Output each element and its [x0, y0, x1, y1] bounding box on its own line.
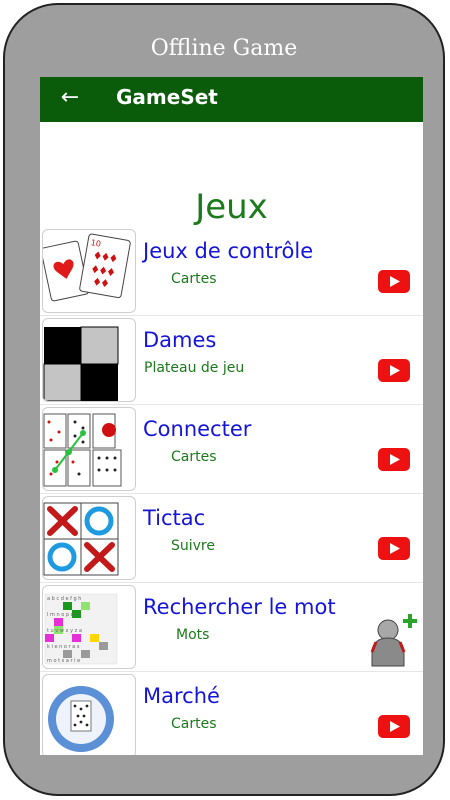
checkerboard-thumbnail: [42, 318, 136, 402]
card-ring-thumbnail: [42, 674, 136, 755]
youtube-icon[interactable]: [378, 537, 410, 560]
game-subtitle: Cartes: [171, 271, 217, 287]
game-title: Connecter: [143, 417, 252, 441]
game-item-rechercher-le-mot[interactable]: a b c d e f g h l m n o p q r s t u v w …: [40, 583, 423, 672]
game-subtitle: Plateau de jeu: [144, 360, 245, 376]
game-subtitle: Mots: [176, 627, 210, 643]
svg-text:10: 10: [90, 238, 102, 249]
game-title: Jeux de contrôle: [143, 239, 314, 263]
tic-tac-toe-thumbnail: [42, 496, 136, 580]
page-heading: Jeux: [195, 187, 268, 227]
game-subtitle: Cartes: [171, 716, 217, 732]
game-title: Dames: [143, 328, 217, 352]
youtube-icon[interactable]: [378, 715, 410, 738]
svg-text:t u v w x y z a: t u v w x y z a: [47, 628, 82, 634]
playing-cards-thumbnail: 10: [42, 229, 136, 313]
youtube-icon[interactable]: [378, 359, 410, 382]
game-item-tictac[interactable]: Tictac Suivre: [40, 494, 423, 583]
game-title: Tictac: [143, 506, 206, 530]
game-subtitle: Suivre: [171, 538, 215, 554]
app-screen: ← GameSet Jeux 10 Jeux de contrôle Carte…: [40, 77, 423, 755]
device-frame: Offline Game ← GameSet Jeux 10 Jeux de c…: [3, 3, 445, 796]
app-bar: ← GameSet: [40, 77, 423, 122]
game-list: 10 Jeux de contrôle Cartes Dames Plateau…: [40, 227, 423, 755]
card-grid-thumbnail: [42, 407, 136, 491]
add-user-icon[interactable]: [370, 610, 422, 668]
svg-text:m o t s a r i e: m o t s a r i e: [47, 658, 80, 664]
game-item-jeux-de-controle[interactable]: 10 Jeux de contrôle Cartes: [40, 227, 423, 316]
game-item-connecter[interactable]: Connecter Cartes: [40, 405, 423, 494]
game-item-marche[interactable]: Marché Cartes: [40, 672, 423, 755]
arrow-left-icon: ←: [60, 85, 80, 110]
svg-text:k i e n o r a s: k i e n o r a s: [47, 644, 80, 650]
game-item-dames[interactable]: Dames Plateau de jeu: [40, 316, 423, 405]
svg-text:a b c d e f g h: a b c d e f g h: [47, 596, 81, 602]
word-search-thumbnail: a b c d e f g h l m n o p q r s t u v w …: [42, 585, 136, 669]
game-title: Rechercher le mot: [143, 595, 336, 619]
game-title: Marché: [143, 684, 220, 708]
svg-text:l m n o p q r s: l m n o p q r s: [47, 612, 82, 618]
back-button[interactable]: ←: [55, 83, 85, 113]
youtube-icon[interactable]: [378, 448, 410, 471]
game-subtitle: Cartes: [171, 449, 217, 465]
app-title: GameSet: [116, 85, 218, 109]
frame-title: Offline Game: [150, 36, 298, 61]
youtube-icon[interactable]: [378, 270, 410, 293]
